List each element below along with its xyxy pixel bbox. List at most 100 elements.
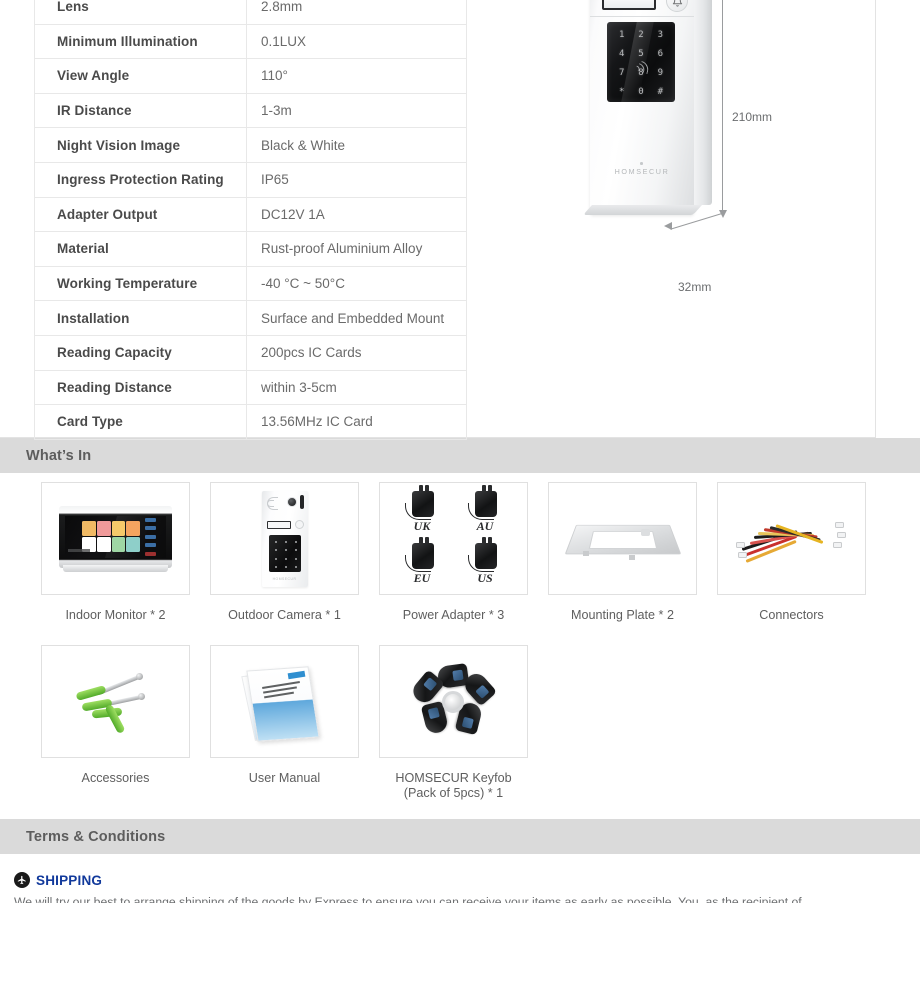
spec-value: IP65 [246, 161, 467, 198]
whats-in-item[interactable]: HOMSECUR Outdoor Camera * 1 [210, 482, 379, 623]
power-adapters-image: UK AU EU US [398, 484, 510, 589]
spec-row: View Angle 110° [34, 58, 467, 94]
whats-in-row: Accessories User Manual HOMSECUR Keyfob (Pa… [0, 645, 920, 801]
whats-in-item[interactable]: UK AU EU US Power Adapter * 3 [379, 482, 548, 623]
outdoor-camera-image: HOMSECUR [261, 490, 308, 587]
spec-value: Rust-proof Aluminium Alloy [246, 231, 467, 267]
spec-row: Adapter Output DC12V 1A [34, 196, 467, 233]
product-dimension-photo: 1 2 3 4 5 6 7 8 9 * 0 # HOMSECUR 210mm 32mm [470, 0, 870, 300]
terms-body: SHIPPING We will try our best to arrange… [0, 854, 920, 903]
spec-row: Material Rust-proof Aluminium Alloy [34, 231, 467, 267]
whats-in-item-thumbnail[interactable] [379, 645, 528, 758]
spec-value: 1-3m [246, 92, 467, 129]
keypad-key: # [657, 87, 664, 97]
whats-in-item-thumbnail[interactable] [41, 645, 190, 758]
whats-in-item-caption: HOMSECUR Keyfob (Pack of 5pcs) * 1 [395, 771, 512, 800]
specifications-section: Lens 2.8mm Minimum Illumination 0.1LUX View … [0, 0, 920, 440]
adapter-label: UK [413, 518, 431, 533]
spec-row: Lens 2.8mm [34, 0, 467, 25]
depth-dimension-arrow [664, 222, 672, 230]
shipping-label: SHIPPING [36, 872, 103, 888]
whats-in-item[interactable]: Accessories [41, 645, 210, 801]
spec-row: Minimum Illumination 0.1LUX [34, 23, 467, 60]
keypad-key: 5 [638, 49, 644, 59]
outdoor-camera-illustration: 1 2 3 4 5 6 7 8 9 * 0 # HOMSECUR [582, 0, 712, 215]
keypad-key: 0 [638, 87, 644, 97]
adapter-label: EU [413, 570, 431, 585]
whats-in-heading: What’s In [26, 447, 92, 464]
spec-value: 200pcs IC Cards [246, 334, 467, 371]
whats-in-item[interactable]: Connectors [717, 482, 886, 623]
spec-key: Minimum Illumination [34, 23, 247, 60]
rfid-wave-icon [635, 60, 651, 75]
terms-heading: Terms & Conditions [26, 828, 166, 845]
adapter-us: US [461, 536, 510, 589]
spec-key: Ingress Protection Rating [34, 161, 247, 198]
whats-in-item[interactable]: Mounting Plate * 2 [548, 482, 717, 623]
whats-in-body: Indoor Monitor * 2 HOMSECUR Outdoor Camera… [0, 473, 920, 801]
nameplate-window [602, 0, 656, 10]
keypad-key: 1 [618, 30, 625, 40]
spec-key: Installation [34, 300, 247, 336]
panel-divider [590, 16, 694, 17]
whats-in-item-caption: User Manual [248, 771, 321, 785]
spec-key: Working Temperature [34, 265, 247, 302]
keypad-key: 6 [657, 49, 664, 59]
whats-in-item[interactable]: HOMSECUR Keyfob (Pack of 5pcs) * 1 [379, 645, 548, 801]
whats-in-item-thumbnail[interactable] [548, 482, 697, 595]
spec-key: IR Distance [34, 92, 247, 129]
keyfobs-image [406, 662, 502, 741]
whats-in-item-caption: Indoor Monitor * 2 [65, 608, 166, 622]
spec-row: Card Type 13.56MHz IC Card [34, 404, 467, 440]
whats-in-item-caption: Mounting Plate * 2 [571, 608, 674, 622]
spec-value: 0.1LUX [246, 23, 467, 60]
touch-keypad: 1 2 3 4 5 6 7 8 9 * 0 # [607, 22, 675, 102]
whats-in-section-header: What’s In [0, 438, 920, 473]
spec-row: Reading Capacity 200pcs IC Cards [34, 334, 467, 371]
adapter-eu: EU [398, 536, 447, 589]
keypad-key: 2 [638, 30, 644, 40]
specifications-table: Lens 2.8mm Minimum Illumination 0.1LUX View … [34, 0, 467, 440]
keypad-key: 9 [657, 68, 664, 78]
spec-row: IR Distance 1-3m [34, 92, 467, 129]
whats-in-item-thumbnail[interactable] [210, 645, 359, 758]
mounting-plate-image [564, 511, 681, 567]
whats-in-item[interactable]: Indoor Monitor * 2 [41, 482, 210, 623]
spec-value: 2.8mm [246, 0, 467, 25]
whats-in-item-thumbnail[interactable]: HOMSECUR [210, 482, 359, 595]
adapter-au: AU [461, 484, 510, 537]
spec-value: DC12V 1A [246, 196, 467, 233]
whats-in-item[interactable]: User Manual [210, 645, 379, 801]
spec-key: Reading Distance [34, 369, 247, 406]
user-manual-image [240, 660, 322, 744]
spec-value: within 3-5cm [246, 369, 467, 406]
whats-in-item-caption: Power Adapter * 3 [402, 608, 505, 622]
spec-key: Lens [34, 0, 247, 25]
row-spacer [0, 623, 920, 645]
depth-dimension-line [670, 213, 723, 230]
logo-dot [640, 162, 643, 165]
spec-value: -40 °C ~ 50°C [246, 265, 467, 302]
whats-in-item-thumbnail[interactable] [41, 482, 190, 595]
spec-row: Reading Distance within 3-5cm [34, 369, 467, 406]
whats-in-item-thumbnail[interactable] [717, 482, 866, 595]
keypad-key: 7 [618, 68, 625, 78]
spec-row: Working Temperature -40 °C ~ 50°C [34, 265, 467, 302]
spec-key: Night Vision Image [34, 127, 247, 163]
spec-row: Ingress Protection Rating IP65 [34, 161, 467, 198]
connectors-image [735, 502, 848, 576]
adapter-uk: UK [398, 484, 447, 537]
terms-section-header: Terms & Conditions [0, 819, 920, 854]
whats-in-item-thumbnail[interactable]: UK AU EU US [379, 482, 528, 595]
keypad-key: 4 [618, 49, 625, 59]
device-brand-logo: HOMSECUR [614, 167, 670, 176]
adapter-label: AU [476, 518, 494, 533]
shipping-paragraph: We will try our best to arrange shipping… [14, 895, 802, 903]
key-ring-icon [441, 690, 464, 713]
spec-key: Material [34, 231, 247, 267]
specifications-panel: Lens 2.8mm Minimum Illumination 0.1LUX View … [0, 0, 876, 440]
whats-in-item-caption: Outdoor Camera * 1 [228, 608, 341, 622]
whats-in-item-caption: Accessories [81, 771, 150, 785]
height-dimension-line [722, 0, 723, 216]
spec-key: Card Type [34, 404, 247, 440]
